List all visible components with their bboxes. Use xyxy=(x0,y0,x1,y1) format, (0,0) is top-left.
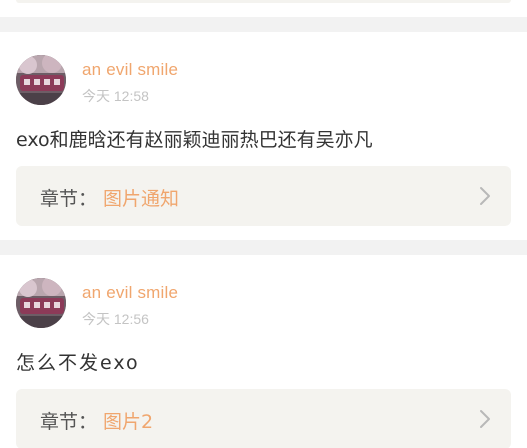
chapter-name: 图片通知 xyxy=(103,188,180,210)
chevron-right-icon xyxy=(480,410,490,428)
avatar-image xyxy=(16,278,66,328)
comment-text: exo和鹿晗还有赵丽颖迪丽热巴还有吴亦凡 xyxy=(16,129,373,151)
chapter-label: 章节： xyxy=(40,411,98,433)
chapter-name: 图片2 xyxy=(103,411,154,433)
comment-text: 怎么不发exo xyxy=(16,352,140,374)
comment-card: an evil smile 今天 12:56 怎么不发exo 章节： 图片2 xyxy=(0,255,527,448)
avatar-image xyxy=(16,55,66,105)
username[interactable]: an evil smile xyxy=(82,283,178,303)
chapter-label: 章节： xyxy=(40,188,98,210)
chapter-link[interactable]: 章节： 图片通知 xyxy=(16,166,511,226)
timestamp: 今天 12:56 xyxy=(82,311,149,327)
comment-card: an evil smile 今天 12:58 exo和鹿晗还有赵丽颖迪丽热巴还有… xyxy=(0,32,527,240)
avatar[interactable] xyxy=(16,55,66,105)
previous-comment-card xyxy=(0,0,527,17)
timestamp: 今天 12:58 xyxy=(82,88,149,104)
chevron-right-icon xyxy=(480,187,490,205)
chapter-link[interactable]: 章节： 图片2 xyxy=(16,389,511,448)
comment-feed: an evil smile 今天 12:58 exo和鹿晗还有赵丽颖迪丽热巴还有… xyxy=(0,0,527,448)
avatar[interactable] xyxy=(16,278,66,328)
username[interactable]: an evil smile xyxy=(82,60,178,80)
previous-chapter-link[interactable] xyxy=(16,0,511,3)
